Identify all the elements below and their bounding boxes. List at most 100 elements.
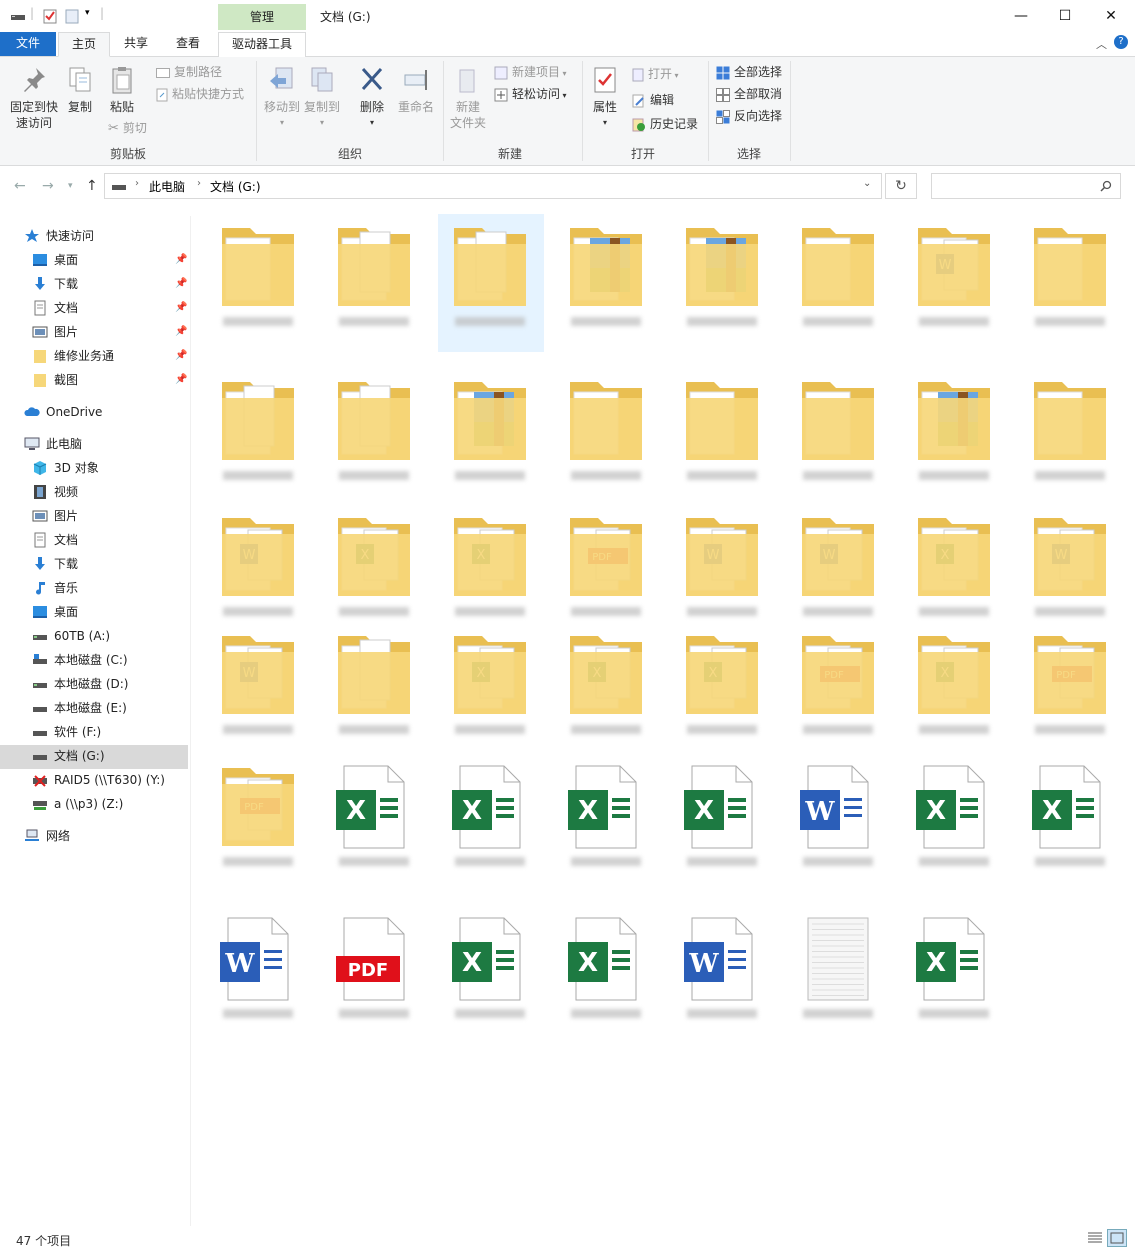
pin-icon[interactable]: 📌 <box>175 278 187 289</box>
up-arrow-icon[interactable]: ↑ <box>86 178 98 194</box>
cut-button[interactable]: ✂ 剪切 <box>108 119 147 137</box>
pin-icon[interactable]: 📌 <box>175 350 187 361</box>
copy-to-button[interactable]: 复制到 ▾ <box>302 65 342 131</box>
move-to-button[interactable]: 移动到 ▾ <box>262 65 302 131</box>
svg-text:X: X <box>462 948 482 978</box>
help-icon[interactable]: ? <box>1114 35 1128 49</box>
details-view-icon[interactable] <box>1086 1230 1104 1246</box>
group-organize-label: 组织 <box>337 147 362 161</box>
folder-icon <box>34 374 46 387</box>
item-name-obscured <box>904 470 1004 484</box>
history-button[interactable]: 历史记录 <box>632 115 698 133</box>
delete-button[interactable]: 删除 ▾ <box>354 65 390 131</box>
copy-path-button[interactable]: 复制路径 <box>156 63 222 81</box>
pin-icon[interactable]: 📌 <box>175 326 187 337</box>
drive-icon[interactable] <box>10 8 26 24</box>
tab-drive-tools[interactable]: 驱动器工具 <box>218 32 306 57</box>
svg-text:X: X <box>578 796 598 826</box>
tab-file[interactable]: 文件 <box>0 32 56 56</box>
music-note-icon <box>36 582 45 595</box>
pin-to-quick-access-button[interactable]: 固定到快 速访问 <box>6 65 62 131</box>
pdf-file-icon: PDF <box>334 916 414 1002</box>
folder-icon <box>34 350 46 363</box>
customize-quick-access-chevron-icon[interactable]: ▾ <box>85 8 90 18</box>
manage-context-tab[interactable]: 管理 <box>218 4 306 30</box>
address-bar[interactable]: › 此电脑 › 文档 (G:) ⌄ <box>104 173 882 199</box>
search-input[interactable] <box>936 177 1100 197</box>
rename-button[interactable]: 重命名 <box>396 65 436 115</box>
refresh-button[interactable]: ↻ <box>885 173 917 199</box>
paste-shortcut-button[interactable]: 粘贴快捷方式 <box>156 85 244 103</box>
pictures-icon <box>32 510 48 522</box>
minimize-button[interactable]: — <box>998 0 1044 32</box>
spreadsheet-preview-icon <box>798 916 878 1002</box>
item-name-obscured <box>208 856 308 870</box>
select-none-button[interactable]: 全部取消 <box>716 85 782 103</box>
item-name-obscured <box>556 316 656 330</box>
tab-share[interactable]: 共享 <box>112 32 160 56</box>
open-icon <box>632 68 644 81</box>
new-folder-button[interactable]: 新建 文件夹 <box>448 65 488 131</box>
folder-icon: X <box>682 632 762 718</box>
ribbon-home: 固定到快 速访问 复制 粘贴 复制路径 粘贴快捷方式 ✂ 剪切 剪贴板 移动到 ▾… <box>0 57 1135 166</box>
excel-file-icon: X <box>566 764 646 850</box>
title-bar: | ▾ | 管理 文档 (G:) — ☐ ✕ <box>0 0 1135 32</box>
separator: | <box>100 6 105 20</box>
pin-icon[interactable]: 📌 <box>175 302 187 313</box>
properties-button[interactable]: 属性 ▾ <box>588 65 622 131</box>
folder-icon <box>450 378 530 464</box>
large-icons-view-icon[interactable] <box>1107 1229 1127 1247</box>
item-name-obscured <box>788 606 888 620</box>
item-name-obscured <box>556 724 656 738</box>
folder-icon <box>218 224 298 310</box>
svg-text:W: W <box>688 949 719 979</box>
pin-icon[interactable]: 📌 <box>175 254 187 265</box>
new-item-button[interactable]: 新建项目 ▾ <box>494 63 567 81</box>
new-folder-quick-icon[interactable] <box>64 8 80 24</box>
item-name-obscured <box>440 1008 540 1022</box>
item-name-obscured <box>208 316 308 330</box>
back-arrow-icon[interactable]: ← <box>14 178 26 194</box>
select-all-button[interactable]: 全部选择 <box>716 63 782 81</box>
collapse-ribbon-chevron-icon[interactable]: ︿ <box>1096 36 1107 52</box>
word-file-icon: W <box>682 916 762 1002</box>
new-folder-icon <box>459 69 475 93</box>
item-name-obscured <box>1020 470 1120 484</box>
folder-icon: PDF <box>218 764 298 850</box>
breadcrumb-this-pc[interactable]: 此电脑 <box>149 178 185 195</box>
item-name-obscured <box>904 316 1004 330</box>
edit-button[interactable]: 编辑 <box>632 91 674 109</box>
copy-button[interactable]: 复制 <box>62 65 98 115</box>
recent-locations-chevron-icon[interactable]: ▾ <box>68 181 73 191</box>
documents-icon <box>34 300 46 316</box>
item-name-obscured <box>324 724 424 738</box>
item-name-obscured <box>672 606 772 620</box>
address-history-chevron-icon[interactable]: ⌄ <box>863 178 871 189</box>
pin-icon <box>24 68 45 92</box>
download-arrow-icon <box>35 557 45 570</box>
forward-arrow-icon[interactable]: → <box>42 178 54 194</box>
close-button[interactable]: ✕ <box>1088 0 1134 32</box>
tab-home[interactable]: 主页 <box>58 32 110 57</box>
folder-icon: PDF <box>798 632 878 718</box>
pin-icon[interactable]: 📌 <box>175 374 187 385</box>
network-drive-icon <box>33 801 47 810</box>
open-button[interactable]: 打开 ▾ <box>632 65 679 83</box>
invert-selection-icon <box>716 109 730 124</box>
easy-access-button[interactable]: 轻松访问 ▾ <box>494 85 567 103</box>
item-name-obscured <box>1020 856 1120 870</box>
properties-icon[interactable] <box>42 8 58 24</box>
excel-file-icon: X <box>334 764 414 850</box>
paste-button[interactable]: 粘贴 <box>102 65 142 115</box>
copy-to-icon <box>311 67 333 92</box>
invert-selection-button[interactable]: 反向选择 <box>716 107 782 125</box>
maximize-button[interactable]: ☐ <box>1042 0 1088 32</box>
breadcrumb-drive-g[interactable]: 文档 (G:) <box>210 178 261 195</box>
search-box[interactable] <box>931 173 1121 199</box>
clipboard-icon <box>112 67 132 94</box>
tab-view[interactable]: 查看 <box>164 32 212 56</box>
item-name-obscured <box>904 856 1004 870</box>
item-name-obscured <box>788 470 888 484</box>
network-drive-disconnected-icon <box>33 775 47 787</box>
drive-icon <box>112 185 126 190</box>
